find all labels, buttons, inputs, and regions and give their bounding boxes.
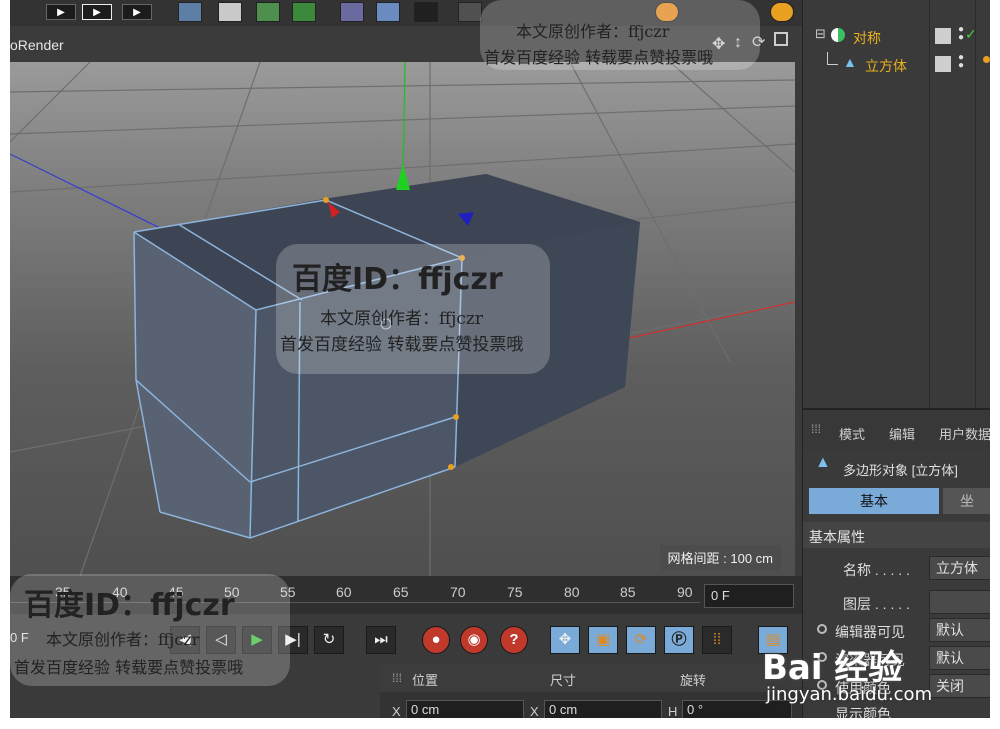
object-name: 立方体 <box>865 58 907 74</box>
y-axis-line <box>402 62 406 183</box>
editor-visible-select[interactable]: 默认 <box>929 618 990 642</box>
loop-button[interactable]: ↻ <box>314 626 344 654</box>
top-watermark: 本文原创作者：ffjczr 首发百度经验 转载要点赞投票哦 <box>480 0 760 70</box>
tick-label: 90 <box>677 584 693 600</box>
goto-end-button[interactable]: ⏭ <box>366 626 396 654</box>
pen-icon[interactable] <box>218 2 242 22</box>
position-x-field[interactable]: 0 cm <box>406 700 524 718</box>
animate-button[interactable]: ▶ <box>122 4 152 20</box>
object-name: 对称 <box>853 30 881 46</box>
attribute-menu-bar: ⁞⁞⁞ 模式 编辑 用户数据 <box>803 408 990 450</box>
record-button[interactable]: ▶ <box>82 4 112 20</box>
bottom-watermark: 百度ID：ffjczr 本文原创作者：ffjczr 首发百度经验 转载要点赞投票… <box>10 574 290 686</box>
floor-icon[interactable] <box>376 2 400 22</box>
layer-icon[interactable] <box>935 28 951 44</box>
name-field[interactable]: 立方体 <box>929 556 990 580</box>
layer-icon[interactable] <box>935 56 951 72</box>
enabled-check-icon[interactable]: ✓ <box>965 26 977 43</box>
visibility-dots-icon[interactable]: ● ● <box>958 53 964 71</box>
current-frame-field[interactable]: 0 F <box>704 584 794 608</box>
position-header: 位置 <box>412 673 439 688</box>
menu-edit[interactable]: 编辑 <box>889 424 915 443</box>
watermark-id: 百度ID：ffjczr <box>24 588 235 623</box>
axis-label: X <box>392 704 401 718</box>
menu-mode[interactable]: 模式 <box>839 424 865 443</box>
array-icon[interactable] <box>292 2 316 22</box>
watermark-notice: 首发百度经验 转载要点赞投票哦 <box>14 658 244 677</box>
autokey-button[interactable]: ◉ <box>460 626 488 654</box>
field-label: 名称 . . . . . <box>843 562 910 578</box>
viewport-title: oRender <box>10 37 64 53</box>
tab-basic[interactable]: 基本 <box>809 488 939 514</box>
tree-line <box>827 52 838 65</box>
symmetry-icon <box>831 28 845 42</box>
sky-icon[interactable] <box>770 2 794 22</box>
polygon-object-icon: ▲ <box>815 454 831 471</box>
brand-url: jingyan.baidu.com <box>766 684 933 705</box>
watermark-notice: 首发百度经验 转载要点赞投票哦 <box>484 48 714 67</box>
brand-text: Bai 经验 <box>762 648 903 688</box>
field-label: 编辑器可见 <box>835 624 905 640</box>
grid-distance-label: 网格间距 : 100 cm <box>659 545 781 570</box>
point-level-button[interactable]: ⁞⁞ <box>702 626 732 654</box>
tick-label: 85 <box>620 584 636 600</box>
record-key-button[interactable]: ● <box>422 626 450 654</box>
scale-key-button[interactable]: ▣ <box>588 626 618 654</box>
watermark-notice: 首发百度经验 转载要点赞投票哦 <box>280 335 524 355</box>
subdivision-icon[interactable] <box>256 2 280 22</box>
coordinate-manager: ⁞⁞⁞ 位置 尺寸 旋转 X 0 cm X 0 cm H 0 ° <box>380 664 802 718</box>
section-title: 基本属性 <box>809 529 865 545</box>
tag-icon[interactable] <box>983 56 990 63</box>
section-header: 基本属性 <box>803 522 990 548</box>
baidu-jingyan-logo: Bai 经验 jingyan.baidu.com <box>762 640 988 710</box>
layer-field[interactable] <box>929 590 990 614</box>
field-label: 图层 . . . . . <box>843 596 910 612</box>
move-key-button[interactable]: ✥ <box>550 626 580 654</box>
cube-icon[interactable] <box>178 2 202 22</box>
deformer-icon[interactable] <box>340 2 364 22</box>
grip-icon: ⁞⁞⁞ <box>811 422 822 436</box>
object-row-cube[interactable]: ▲ 立方体 ● ● <box>803 52 990 78</box>
object-row-symmetry[interactable]: ⊟ 对称 ● ● ✓ <box>803 24 990 50</box>
camera-icon[interactable] <box>414 2 438 22</box>
tree-collapse-icon[interactable]: ⊟ <box>815 26 826 42</box>
watermark-author: 本文原创作者：ffjczr <box>320 309 483 329</box>
watermark-id: 百度ID：ffjczr <box>292 262 503 297</box>
tick-label: 70 <box>450 584 466 600</box>
param-key-button[interactable]: Ⓟ <box>664 626 694 654</box>
rotate-key-button[interactable]: ⟳ <box>626 626 656 654</box>
tab-coord[interactable]: 坐 <box>943 488 990 514</box>
polygon-object-icon: ▲ <box>843 54 857 70</box>
watermark-author: 本文原创作者：ffjczr <box>516 22 670 41</box>
app-window: ▶ ▶ ▶ oRender ✥ ↕ ⟳ 网格间距: 100 cm 35 40 … <box>10 0 990 718</box>
tick-label: 60 <box>336 584 352 600</box>
axis-label: X <box>530 704 539 718</box>
play-forward-button[interactable]: ▶ <box>46 4 76 20</box>
help-key-button[interactable]: ? <box>500 626 528 654</box>
attribute-object-title: 多边形对象 [立方体] <box>843 463 958 478</box>
watermark-author: 本文原创作者：ffjczr <box>46 630 200 649</box>
axis-label: H <box>668 704 678 718</box>
menu-user-data[interactable]: 用户数据 <box>939 424 990 443</box>
tick-label: 65 <box>393 584 409 600</box>
tick-label: 75 <box>507 584 523 600</box>
center-watermark: 百度ID：ffjczr 本文原创作者：ffjczr 首发百度经验 转载要点赞投票… <box>276 244 550 374</box>
object-manager: ⊟ 对称 ● ● ✓ ▲ 立方体 ● ● <box>802 0 990 408</box>
coordinate-header: ⁞⁞⁞ 位置 尺寸 旋转 <box>380 664 802 692</box>
maximize-view-icon[interactable] <box>774 32 788 46</box>
radio-icon[interactable] <box>817 624 827 634</box>
tick-label: 80 <box>564 584 580 600</box>
x-axis-line <box>619 301 795 341</box>
size-x-field[interactable]: 0 cm <box>544 700 662 718</box>
light-icon[interactable] <box>458 2 482 22</box>
grip-icon: ⁞⁞⁞ <box>392 671 403 685</box>
rotation-header: 旋转 <box>680 673 707 688</box>
visibility-dots-icon[interactable]: ● ● <box>958 25 964 43</box>
size-header: 尺寸 <box>550 673 577 688</box>
